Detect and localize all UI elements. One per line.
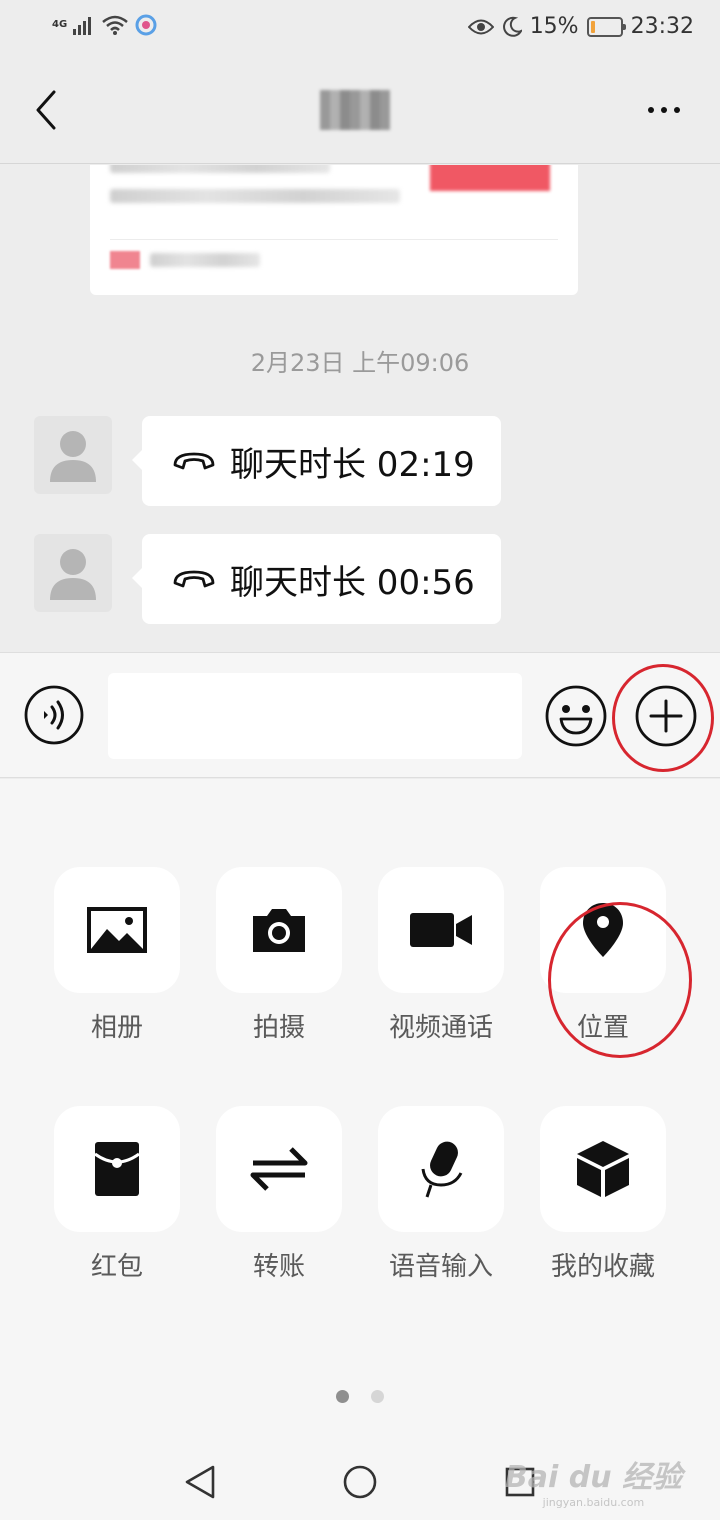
emoji-icon [545,685,607,747]
redacted-thumbnail [430,165,550,191]
eye-comfort-icon [467,19,494,34]
tile-box [378,1106,504,1232]
panel-item-location[interactable]: 位置 [540,867,666,1044]
message-input-bar [0,652,720,778]
chat-messages-area[interactable]: 2月23日 上午09:06 聊天时长 02:19 聊天时长 00:56 [0,165,720,652]
watermark-sub: jingyan.baidu.com [542,1496,645,1509]
system-back-button[interactable] [178,1460,222,1504]
panel-item-label: 语音输入 [388,1252,493,1282]
more-options-button[interactable] [638,92,690,128]
baidu-jingyan-watermark: Bai du 经验 jingyan.baidu.com [505,1452,682,1509]
redacted-text [110,165,330,173]
more-dots-icon [661,107,667,113]
red-packet-icon [94,1142,140,1196]
tile-box [540,1106,666,1232]
more-functions-button[interactable] [635,685,697,747]
call-duration-text: 聊天时长 00:56 [230,562,475,603]
battery-level [590,20,596,33]
default-avatar-icon [50,431,96,482]
avatar[interactable] [34,416,112,494]
panel-item-camera[interactable]: 拍摄 [216,867,342,1044]
moon-icon [502,16,522,37]
watermark-main: Bai du 经验 [504,1460,682,1495]
clock: 23:32 [630,14,694,39]
default-avatar-icon [50,549,96,600]
page-dot[interactable] [371,1390,384,1403]
tile-box [54,1106,180,1232]
message-row: 聊天时长 02:19 [34,416,654,506]
call-duration-text: 聊天时长 02:19 [230,444,475,485]
panel-item-red-packet[interactable]: 红包 [54,1106,180,1283]
page-dot-active[interactable] [336,1390,349,1403]
plus-icon [635,685,697,747]
avatar[interactable] [34,534,112,612]
favorites-cube-icon [577,1141,629,1197]
status-bar: 4G 15% 23:32 [0,0,720,56]
redacted-source-icon [110,251,140,269]
battery-percent: 15% [529,14,579,39]
more-dots-icon [648,107,654,113]
camera-icon [253,909,305,952]
page-indicator [0,1390,720,1403]
panel-item-label: 位置 [576,1013,629,1043]
call-record-bubble[interactable]: 聊天时长 02:19 [132,416,501,506]
app-notification-icon [135,14,157,36]
call-record-bubble[interactable]: 聊天时长 00:56 [132,534,501,624]
transfer-icon [250,1147,308,1191]
phone-hangup-icon [173,570,215,588]
status-right: 15% 23:32 [467,14,694,39]
microphone-icon [421,1141,463,1198]
battery-icon [586,16,626,37]
panel-item-label: 红包 [90,1252,143,1282]
panel-item-favorites[interactable]: 我的收藏 [540,1106,666,1283]
voice-mode-button[interactable] [24,685,84,745]
redacted-text [110,189,400,203]
video-call-icon [410,913,472,947]
message-timestamp: 2月23日 上午09:06 [250,349,470,377]
chevron-left-icon [36,90,56,130]
phone-hangup-icon [173,452,215,470]
panel-item-album[interactable]: 相册 [54,867,180,1044]
panel-item-video-call[interactable]: 视频通话 [378,867,504,1044]
network-type: 4G [52,19,68,30]
message-row: 聊天时长 00:56 [34,534,654,624]
system-home-button[interactable] [338,1460,382,1504]
triangle-back-icon [185,1465,215,1499]
panel-item-transfer[interactable]: 转账 [216,1106,342,1283]
back-button[interactable] [24,86,68,134]
tile-box [378,867,504,993]
chat-header [0,56,720,164]
contact-name-redacted [320,90,390,130]
panel-item-voice-input[interactable]: 语音输入 [378,1106,504,1283]
panel-item-label: 视频通话 [388,1013,493,1043]
panel-item-label: 我的收藏 [550,1252,655,1282]
panel-item-label: 相册 [90,1013,143,1043]
more-dots-icon [674,107,680,113]
tile-box [540,867,666,993]
status-left: 4G [52,14,157,36]
wifi-icon [102,15,128,35]
circle-home-icon [343,1465,377,1499]
photo-album-icon [87,907,147,953]
shared-link-card-redacted[interactable] [90,165,578,295]
tile-box [216,867,342,993]
signal-icon [73,17,92,35]
panel-item-label: 拍摄 [252,1013,305,1043]
voice-icon [24,685,84,745]
redacted-source-name [150,253,260,267]
message-text-input[interactable] [108,673,522,759]
panel-item-label: 转账 [252,1252,305,1282]
location-pin-icon [583,903,623,957]
tile-box [54,867,180,993]
card-divider [110,239,558,240]
emoji-button[interactable] [545,685,607,747]
tile-box [216,1106,342,1232]
